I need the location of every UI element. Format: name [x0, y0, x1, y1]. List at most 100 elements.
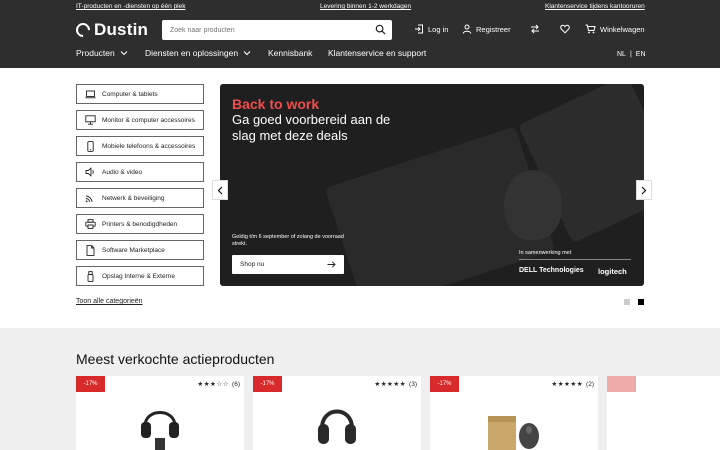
nav-products-label: Producten — [76, 48, 115, 58]
arrow-right-icon — [327, 261, 336, 268]
category-storage[interactable]: Opslag Interne & Externe — [76, 266, 204, 286]
laptop-icon — [83, 90, 97, 99]
discount-badge: -17% — [76, 376, 105, 392]
product-card[interactable]: -17% ★★★☆☆ (6) — [76, 376, 244, 450]
carousel-next-button[interactable] — [636, 180, 652, 200]
category-network-security[interactable]: Netwerk & beveiliging — [76, 188, 204, 208]
usp-link-products[interactable]: IT-producten en -diensten op één plek — [76, 3, 186, 10]
dustin-logo[interactable]: Dustin — [73, 20, 149, 40]
favorites-button[interactable] — [560, 24, 570, 34]
usp-link-delivery[interactable]: Levering binnen 1-2 werkdagen — [320, 3, 411, 10]
review-count: (3) — [409, 380, 417, 388]
product-rating: ★★★★★ (2) — [551, 380, 594, 388]
category-label: Audio & video — [102, 168, 143, 176]
usp-link-service[interactable]: Klantenservice tijdens kantooruren — [545, 3, 645, 10]
discount-badge: -17% — [253, 376, 282, 392]
hero-validity-note: Geldig t/m 6 september of zolang de voor… — [232, 234, 344, 247]
review-count: (6) — [232, 380, 240, 388]
hero-headline: Back to work — [232, 96, 320, 112]
category-label: Software Marketplace — [102, 246, 165, 254]
nav-services[interactable]: Diensten en oplossingen — [145, 48, 251, 58]
product-card[interactable]: -17% ★★★★★ (3) — [253, 376, 421, 450]
phone-icon — [83, 140, 97, 152]
usp-bar: IT-producten en -diensten op één plek Le… — [0, 3, 720, 13]
compare-button[interactable] — [530, 24, 540, 34]
bestsellers-section: Meest verkochte actieproducten -17% ★★★☆… — [0, 328, 720, 450]
category-label: Computer & tablets — [102, 90, 158, 98]
chevron-down-icon — [120, 51, 128, 56]
mouse-box-product-image — [488, 416, 539, 450]
login-label: Log in — [428, 24, 449, 34]
headset-product-image — [141, 411, 179, 450]
login-link[interactable]: Log in — [414, 24, 448, 34]
discount-badge: -17% — [430, 376, 459, 392]
category-audio-video[interactable]: Audio & video — [76, 162, 204, 182]
carousel-prev-button[interactable] — [212, 180, 228, 200]
nav-knowledge-label: Kennisbank — [268, 48, 313, 58]
search-box — [162, 20, 392, 40]
logitech-logo: logitech — [598, 267, 627, 276]
nav-products[interactable]: Producten — [76, 48, 128, 58]
register-label: Registreer — [476, 24, 511, 34]
category-label: Printers & benodigdheden — [102, 220, 178, 228]
chevron-left-icon — [217, 186, 223, 194]
lang-separator: | — [629, 51, 632, 58]
category-mobile-phones[interactable]: Mobiele telefoons & accessoires — [76, 136, 204, 156]
main-nav: Producten Diensten en oplossingen Kennis… — [0, 48, 720, 64]
review-count: (2) — [586, 380, 594, 388]
star-rating: ★★★★★ — [374, 380, 407, 388]
cart-icon — [585, 24, 596, 34]
section-title: Meest verkochte actieproducten — [76, 351, 275, 367]
product-card[interactable]: -17% ★★★★★ (2) — [430, 376, 598, 450]
nav-services-label: Diensten en oplossingen — [145, 48, 239, 58]
lang-en[interactable]: EN — [636, 51, 646, 58]
product-card-partial[interactable] — [607, 376, 720, 450]
language-switch: NL | EN — [617, 51, 646, 58]
login-icon — [415, 24, 423, 34]
category-software-marketplace[interactable]: Software Marketplace — [76, 240, 204, 260]
headphones-product-image — [318, 409, 356, 444]
shop-now-button[interactable]: Shop nu — [232, 255, 344, 274]
lang-nl[interactable]: NL — [617, 51, 626, 58]
mouse-image — [504, 170, 562, 240]
product-rating: ★★★★★ (3) — [374, 380, 417, 388]
search-icon[interactable] — [375, 24, 386, 35]
discount-badge — [607, 376, 636, 392]
partner-divider — [519, 259, 631, 260]
carousel-dot[interactable] — [624, 299, 630, 305]
category-label: Mobiele telefoons & accessoires — [102, 142, 196, 150]
star-rating: ★★★☆☆ — [197, 380, 230, 388]
compare-arrows-icon — [531, 24, 539, 34]
heart-icon — [560, 24, 570, 34]
category-label: Monitor & computer accessoires — [102, 116, 195, 124]
search-input[interactable] — [162, 21, 362, 39]
user-icon — [462, 24, 472, 34]
nav-support-label: Klantenservice en support — [328, 48, 427, 58]
category-label: Opslag Interne & Externe — [102, 272, 175, 280]
document-icon — [83, 244, 97, 256]
header-bar: IT-producten en -diensten op één plek Le… — [0, 0, 720, 68]
register-link[interactable]: Registreer — [462, 24, 511, 34]
nav-support[interactable]: Klantenservice en support — [328, 48, 426, 58]
star-rating: ★★★★★ — [551, 380, 584, 388]
monitor-icon — [83, 115, 97, 125]
logo-text: Dustin — [94, 20, 149, 39]
dustin-logo-mark-icon — [73, 20, 93, 40]
product-rating: ★★★☆☆ (6) — [197, 380, 240, 388]
category-printers[interactable]: Printers & benodigdheden — [76, 214, 204, 234]
show-all-categories-link[interactable]: Toon alle categorieën — [76, 298, 143, 305]
chevron-down-icon — [243, 51, 251, 56]
category-computer-tablets[interactable]: Computer & tablets — [76, 84, 204, 104]
cart-label: Winkelwagen — [600, 24, 645, 34]
usb-icon — [83, 270, 97, 282]
speaker-icon — [83, 167, 97, 177]
nav-knowledge[interactable]: Kennisbank — [268, 48, 312, 58]
cart-link[interactable]: Winkelwagen — [585, 24, 645, 34]
category-monitor-accessories[interactable]: Monitor & computer accessoires — [76, 110, 204, 130]
category-label: Netwerk & beveiliging — [102, 194, 165, 202]
partner-text: In samenwerking met — [519, 250, 572, 256]
shop-now-label: Shop nu — [240, 261, 265, 268]
carousel-dot-active[interactable] — [638, 299, 644, 305]
chevron-right-icon — [641, 186, 647, 194]
hero-banner[interactable]: Back to work Ga goed voorbereid aan de s… — [220, 84, 644, 286]
